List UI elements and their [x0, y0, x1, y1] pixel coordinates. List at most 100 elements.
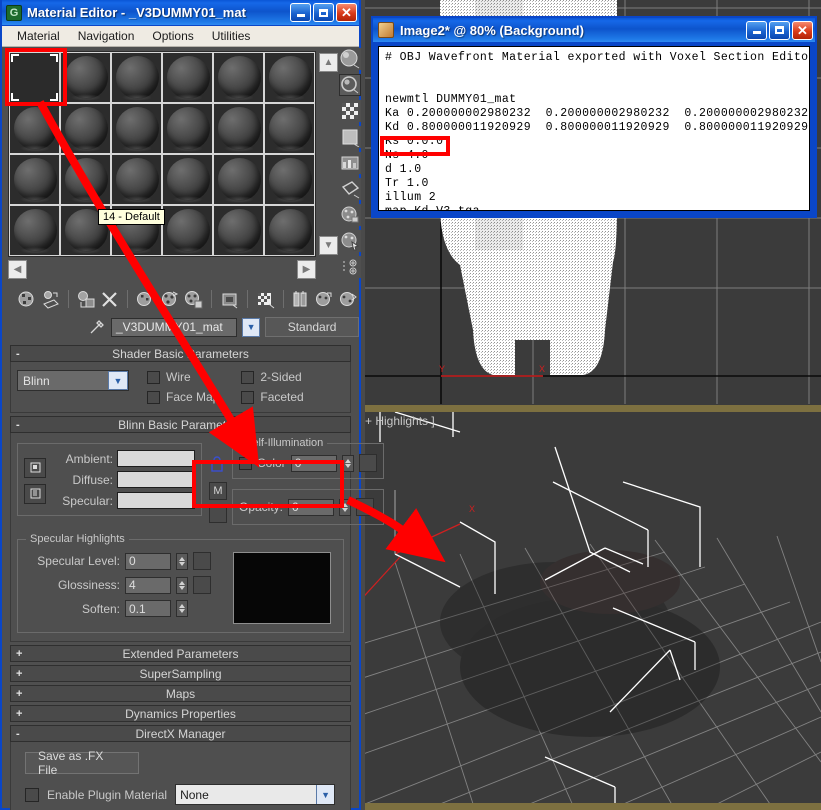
background-checker-icon[interactable] [339, 100, 361, 122]
save-as-fx-file-button[interactable]: Save as .FX File [25, 752, 139, 774]
assign-material-to-selection-icon[interactable] [76, 288, 97, 310]
ambient-color-swatch[interactable] [117, 450, 195, 467]
material-editor-window[interactable]: G Material Editor - _V3DUMMY01_mat ✕ Mat… [0, 0, 361, 810]
image-editor-window[interactable]: Image2* @ 80% (Background) ✕ # OBJ Wavef… [371, 16, 817, 218]
material-type-button[interactable]: Standard [265, 317, 359, 337]
rollout-extended-parameters-header[interactable]: + Extended Parameters [10, 645, 351, 662]
rollout-shader-basic-header[interactable]: - Shader Basic Parameters [10, 345, 351, 362]
sample-slot-4[interactable] [162, 52, 213, 103]
slots-vertical-scroll[interactable]: ▲ ▼ [316, 51, 338, 257]
material-name-dropdown-icon[interactable]: ▼ [242, 318, 260, 337]
select-by-material-icon[interactable] [339, 230, 361, 252]
sample-slot-8[interactable] [60, 103, 111, 154]
put-material-to-scene-icon[interactable] [40, 288, 61, 310]
rollout-dynamics-properties-toggle[interactable]: + [16, 708, 22, 720]
sample-slot-3[interactable] [111, 52, 162, 103]
rollout-maps-header[interactable]: + Maps [10, 685, 351, 702]
rollout-blinn-basic-header[interactable]: - Blinn Basic Parameters [10, 416, 351, 433]
sample-slot-18[interactable] [264, 154, 315, 205]
menu-item-utilities[interactable]: Utilities [203, 27, 260, 45]
sample-slot-12[interactable] [264, 103, 315, 154]
soften-input[interactable]: 0.1 [125, 600, 171, 617]
sample-slots-grid[interactable] [8, 51, 316, 257]
shader-type-dropdown-icon[interactable]: ▼ [108, 371, 128, 390]
image-close-button[interactable]: ✕ [792, 21, 813, 40]
material-effects-channel-icon[interactable] [339, 256, 361, 278]
ambient-diffuse-lock-icon[interactable] [209, 456, 227, 477]
sample-slot-6[interactable] [264, 52, 315, 103]
opacity-value-input[interactable]: 0 [288, 499, 334, 516]
checkbox-faceted[interactable]: Faceted [241, 390, 303, 404]
slots-scroll-left-button[interactable]: ◀ [8, 260, 27, 279]
checkbox-wire-box[interactable] [147, 371, 160, 384]
self-illum-map-button[interactable] [359, 454, 377, 472]
sample-slot-11[interactable] [213, 103, 264, 154]
material-editor-horizontal-toolbar[interactable] [16, 285, 359, 313]
sample-slot-19[interactable] [9, 205, 60, 256]
rollout-extended-parameters-toggle[interactable]: + [16, 648, 22, 660]
checkbox-2sided-box[interactable] [241, 371, 254, 384]
checkbox-face-map-box[interactable] [147, 391, 160, 404]
soften-spinner[interactable] [176, 600, 188, 617]
sample-slot-1[interactable] [9, 52, 60, 103]
checkbox-faceted-box[interactable] [241, 391, 254, 404]
rollout-dynamics-properties-header[interactable]: + Dynamics Properties [10, 705, 351, 722]
specular-level-map-button[interactable] [193, 552, 211, 570]
sample-slot-7[interactable] [9, 103, 60, 154]
rollout-supersampling-toggle[interactable]: + [16, 668, 22, 680]
rollout-blinn-basic-toggle[interactable]: - [16, 419, 20, 431]
specular-level-spinner[interactable] [176, 553, 188, 570]
diffuse-map-button[interactable]: M [209, 482, 227, 500]
options-icon[interactable] [339, 204, 361, 226]
sample-slot-5[interactable] [213, 52, 264, 103]
sample-slot-13[interactable] [9, 154, 60, 205]
sample-slot-14[interactable] [60, 154, 111, 205]
material-name-input[interactable]: _V3DUMMY01_mat [111, 318, 237, 337]
image-maximize-button[interactable] [769, 21, 790, 40]
backlight-icon[interactable] [339, 74, 361, 96]
sample-slot-9[interactable] [111, 103, 162, 154]
material-editor-menubar[interactable]: Material Navigation Options Utilities [2, 26, 359, 47]
material-name-row[interactable]: _V3DUMMY01_mat ▼ Standard [88, 315, 359, 339]
material-editor-maximize-button[interactable] [313, 3, 334, 22]
put-to-library-icon[interactable] [183, 288, 204, 310]
image-minimize-button[interactable] [746, 21, 767, 40]
menu-item-options[interactable]: Options [143, 27, 202, 45]
make-preview-icon[interactable] [339, 178, 361, 200]
material-id-channel-icon[interactable] [219, 288, 240, 310]
sample-slot-22[interactable] [162, 205, 213, 256]
checkbox-face-map[interactable]: Face Map [147, 390, 219, 404]
show-end-result-icon[interactable] [291, 288, 312, 310]
sample-slot-15[interactable] [111, 154, 162, 205]
specular-map-button[interactable] [209, 505, 227, 523]
rollout-shader-basic-toggle[interactable]: - [16, 348, 20, 360]
sample-slot-17[interactable] [213, 154, 264, 205]
rollout-directx-manager-header[interactable]: - DirectX Manager [10, 725, 351, 742]
image-window-titlebar[interactable]: Image2* @ 80% (Background) ✕ [373, 18, 815, 42]
opacity-spinner[interactable] [339, 499, 351, 516]
mtl-text-canvas[interactable]: # OBJ Wavefront Material exported with V… [378, 46, 810, 211]
get-material-icon[interactable] [16, 288, 37, 310]
self-illum-value-input[interactable]: 0 [291, 455, 337, 472]
make-unique-icon[interactable] [159, 288, 180, 310]
menu-item-material[interactable]: Material [8, 27, 69, 45]
diffuse-color-swatch[interactable] [117, 471, 195, 488]
eyedropper-icon[interactable] [88, 317, 106, 337]
perspective-viewport[interactable]: X TOP LEFT FRONT [365, 412, 821, 810]
sample-type-sphere-icon[interactable] [339, 48, 361, 70]
plugin-material-dropdown[interactable]: None ▼ [175, 784, 335, 805]
sample-slot-23[interactable] [213, 205, 264, 256]
sample-uv-tiling-icon[interactable] [339, 126, 361, 148]
sample-slot-2[interactable] [60, 52, 111, 103]
material-editor-vertical-toolbar[interactable] [338, 48, 362, 278]
menu-item-navigation[interactable]: Navigation [69, 27, 144, 45]
checkbox-wire[interactable]: Wire [147, 370, 219, 384]
image-window-buttons[interactable]: ✕ [746, 21, 813, 40]
material-editor-close-button[interactable]: ✕ [336, 3, 357, 22]
rollout-maps-toggle[interactable]: + [16, 688, 22, 700]
rollout-directx-manager-toggle[interactable]: - [16, 728, 20, 740]
glossiness-spinner[interactable] [176, 577, 188, 594]
slots-scroll-right-button[interactable]: ▶ [297, 260, 316, 279]
make-material-copy-icon[interactable] [135, 288, 156, 310]
sample-slot-16[interactable] [162, 154, 213, 205]
